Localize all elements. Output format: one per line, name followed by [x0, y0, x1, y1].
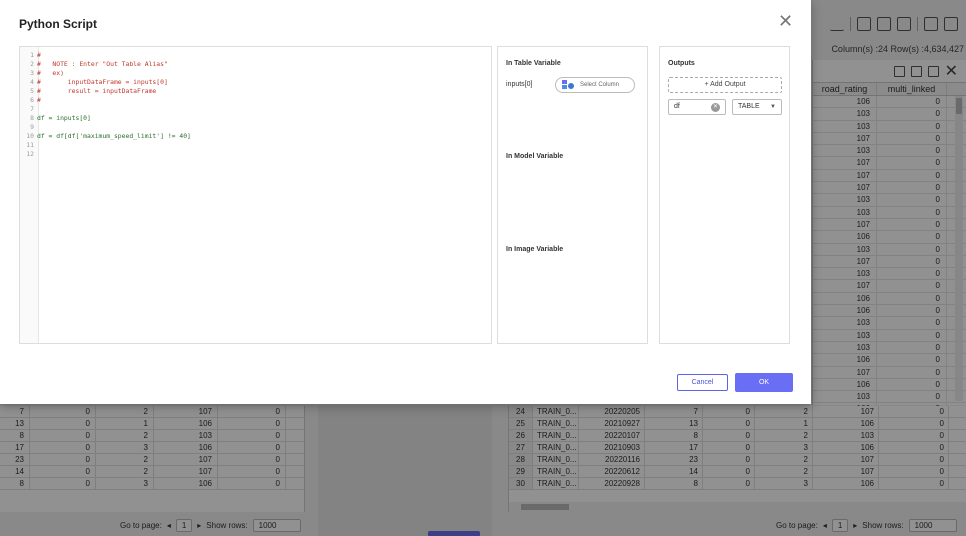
line-number: 8 — [30, 114, 34, 122]
output-type-select[interactable]: TABLE ▼ — [732, 99, 782, 115]
code-line: 5 # result = inputDataFrame — [20, 87, 156, 96]
code-text: # inputDataFrame = inputs[0] — [37, 78, 168, 86]
line-number: 6 — [30, 96, 34, 104]
code-line: 12 — [20, 150, 34, 159]
code-text: # NOTE : Enter "Out Table Alias" — [37, 60, 168, 68]
code-text: # result = inputDataFrame — [37, 87, 157, 95]
line-number: 4 — [30, 78, 34, 86]
in-image-variable-title: In Image Variable — [506, 246, 564, 253]
in-model-variable-title: In Model Variable — [506, 153, 564, 160]
line-number: 1 — [30, 51, 34, 59]
output-name-field[interactable]: df ✕ — [668, 99, 726, 115]
code-editor[interactable]: 1 #2 # NOTE : Enter "Out Table Alias" 3 # ex… — [19, 46, 492, 344]
code-line: 2 # NOTE : Enter "Out Table Alias" — [20, 60, 168, 69]
code-line: 7 — [20, 105, 34, 114]
add-output-button[interactable]: + Add Output — [668, 77, 782, 93]
in-table-variable-title: In Table Variable — [506, 60, 561, 67]
code-line: 1 # — [20, 51, 41, 60]
clear-icon[interactable]: ✕ — [711, 103, 720, 112]
close-icon[interactable]: ✕ — [778, 12, 793, 30]
line-number: 3 — [30, 69, 34, 77]
code-text: # ex) — [37, 69, 64, 77]
code-line: 8 df = inputs[0] — [20, 114, 91, 123]
line-number: 2 — [30, 60, 34, 68]
code-text: df = inputs[0] — [37, 114, 91, 122]
line-number: 5 — [30, 87, 34, 95]
code-line: 10 df = df[df['maximum_speed_limit'] != 4… — [20, 132, 191, 141]
output-name-value: df — [674, 103, 680, 110]
python-script-dialog: Python Script ✕ 1 #2 # NOTE : Enter "Out T… — [0, 0, 811, 404]
chevron-down-icon: ▼ — [770, 104, 776, 110]
input-variable-label: inputs[0] — [506, 81, 533, 88]
code-line: 4 # inputDataFrame = inputs[0] — [20, 78, 168, 87]
select-column-button[interactable]: Select Column — [555, 77, 635, 93]
line-number: 12 — [26, 150, 34, 158]
code-line: 11 — [20, 141, 34, 150]
outputs-panel: Outputs + Add Output df ✕ TABLE ▼ — [659, 46, 790, 344]
outputs-title: Outputs — [668, 60, 695, 67]
line-number: 9 — [30, 123, 34, 131]
code-line: 6 # — [20, 96, 41, 105]
line-number: 11 — [26, 141, 34, 149]
variables-panel: In Table Variable inputs[0] Select Colum… — [497, 46, 648, 344]
dialog-title: Python Script — [19, 17, 98, 31]
code-text: # — [37, 96, 41, 104]
select-column-label: Select Column — [580, 82, 620, 88]
code-line: 9 — [20, 123, 34, 132]
cancel-button[interactable]: Cancel — [677, 374, 728, 391]
ok-button[interactable]: OK — [735, 373, 793, 392]
code-text: # — [37, 51, 41, 59]
line-number: 10 — [26, 132, 34, 140]
code-text: df = df[df['maximum_speed_limit'] != 40] — [37, 132, 191, 140]
column-icon — [562, 80, 574, 89]
output-type-value: TABLE — [738, 103, 760, 110]
code-line: 3 # ex) — [20, 69, 64, 78]
line-number: 7 — [30, 105, 34, 113]
